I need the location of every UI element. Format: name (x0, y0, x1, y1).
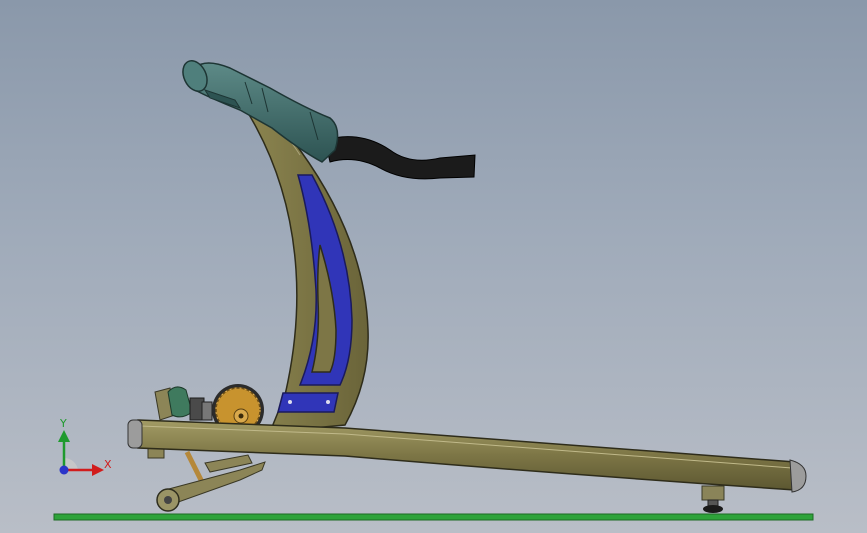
model-canvas[interactable]: Y X (0, 0, 867, 533)
ground-plane[interactable] (53, 513, 814, 521)
z-axis-origin-icon (59, 465, 69, 475)
coordinate-triad: Y X (58, 417, 112, 476)
x-arrow-icon (92, 464, 104, 476)
handlebar-grip[interactable] (178, 57, 339, 163)
triad-y-label: Y (59, 417, 67, 430)
handlebar-cable[interactable] (324, 136, 476, 180)
leveling-foot[interactable] (701, 485, 725, 513)
rail-end-cap-rear[interactable] (789, 459, 807, 493)
triad-x-label: X (104, 458, 112, 471)
motor-assembly[interactable] (154, 386, 213, 421)
cad-viewport[interactable]: Y X (0, 0, 867, 533)
rail-end-cap-front[interactable] (127, 419, 143, 449)
y-arrow-icon (58, 430, 70, 442)
caster-wheel[interactable] (156, 488, 180, 512)
